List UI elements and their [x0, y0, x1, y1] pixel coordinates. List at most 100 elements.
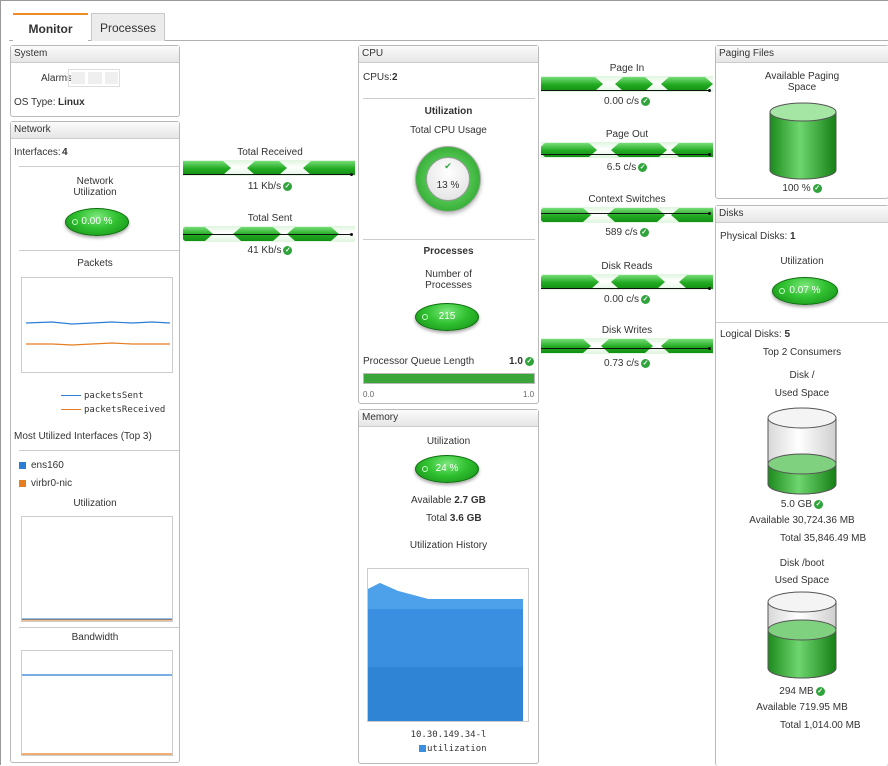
disk-boot-cylinder[interactable]: [766, 590, 838, 680]
utilization-history-chart: [367, 568, 529, 722]
queue-max: 1.0: [523, 390, 535, 399]
interfaces-label: Interfaces:: [14, 147, 61, 158]
memory-total: Total 3.6 GB: [426, 513, 482, 524]
cpu-util-heading: Utilization: [424, 106, 473, 117]
system-panel: System Alarms OS Type: Linux: [10, 45, 180, 117]
ok-icon: ✓: [283, 245, 293, 255]
rate-flow: [541, 338, 713, 354]
top-consumers-label: Top 2 Consumers: [762, 347, 842, 358]
top-interfaces-label: Most Utilized Interfaces (Top 3): [14, 431, 152, 442]
os-type-label: OS Type:: [14, 97, 56, 108]
tab-bar: Monitor Processes: [9, 13, 888, 41]
ok-icon: ✓: [283, 181, 293, 191]
disks-title: Disks: [716, 206, 888, 223]
cpus-value: 2: [392, 72, 398, 83]
disks-panel: Disks Physical Disks: 1 Utilization 0.07…: [715, 205, 888, 766]
queue-length-value: 1.0 ✓: [509, 356, 534, 367]
history-host: 10.30.149.34-l: [410, 730, 487, 740]
paging-space-label: Available Paging Space: [764, 71, 840, 93]
interfaces-value: 4: [62, 147, 68, 158]
memory-panel: Memory Utilization 24 % Available 2.7 GB…: [358, 409, 539, 764]
memory-util-heading: Utilization: [426, 436, 471, 447]
bandwidth-label: Bandwidth: [71, 632, 119, 643]
paging-files-panel: Paging Files Available Paging Space 100 …: [715, 45, 888, 199]
alarm-box[interactable]: [88, 72, 102, 84]
tab-monitor[interactable]: Monitor: [13, 13, 88, 41]
tab-processes[interactable]: Processes: [91, 13, 165, 41]
network-panel-title: Network: [11, 122, 179, 139]
ok-icon: ✓: [814, 499, 824, 509]
disk-util-gauge[interactable]: 0.07 %: [772, 277, 838, 305]
ok-icon: ✓: [641, 294, 651, 304]
packets-label: Packets: [77, 258, 113, 269]
cpus-label: CPUs:: [363, 72, 392, 83]
rate-flow: [541, 142, 713, 158]
processes-heading: Processes: [423, 246, 474, 257]
rate-flow: [541, 207, 713, 223]
rate-label: Disk Reads: [601, 261, 653, 272]
packets-legend-sent: packetsSent: [61, 391, 144, 401]
total-sent-value: 41 Kb/s ✓: [247, 245, 293, 256]
monitor-window: Monitor Processes System Alarms OS Type:…: [0, 0, 888, 766]
disk-root-sub: Used Space: [774, 388, 830, 399]
ok-icon: ✓: [641, 96, 651, 106]
network-util-gauge[interactable]: 0.00 %: [65, 208, 129, 236]
ok-icon: ✓: [812, 183, 822, 193]
network-util-value: 0.00 %: [81, 216, 113, 227]
num-processes-gauge[interactable]: 215: [415, 303, 479, 331]
total-received-flow: [183, 160, 355, 176]
cpu-usage-gauge[interactable]: ✔ 13 %: [415, 146, 481, 212]
total-sent-flow: [183, 226, 355, 242]
packets-legend-received: packetsReceived: [61, 405, 165, 415]
disk-boot-sub: Used Space: [774, 575, 830, 586]
ok-icon: ✓: [641, 358, 651, 368]
queue-length-fill: [364, 374, 534, 383]
interface-item[interactable]: virbr0-nic: [19, 478, 72, 489]
rate-value: 0.00 c/s ✓: [603, 96, 651, 107]
ok-icon: ✓: [639, 227, 649, 237]
disk-util-value: 0.07 %: [789, 285, 821, 296]
rate-label: Context Switches: [588, 194, 666, 205]
utilization-history-label: Utilization History: [409, 540, 488, 551]
num-processes-label: Number of Processes: [425, 269, 472, 291]
total-received-label: Total Received: [237, 147, 303, 158]
memory-util-value: 24 %: [435, 463, 459, 474]
queue-length-bar: [363, 373, 535, 384]
cpu-panel-title: CPU: [359, 46, 538, 63]
disk-root-cylinder[interactable]: [766, 406, 838, 496]
disk-root-value: 5.0 GB ✓: [780, 499, 824, 510]
num-processes-value: 215: [438, 311, 456, 322]
disk-boot-available: Available 719.95 MB: [756, 702, 848, 713]
interface-item[interactable]: ens160: [19, 460, 64, 471]
rate-label: Page In: [609, 63, 645, 74]
rate-flow: [541, 274, 713, 290]
disk-util-label: Utilization: [780, 256, 824, 267]
rate-value: 0.00 c/s ✓: [603, 294, 651, 305]
network-util-label: Network Utilization: [73, 176, 117, 198]
disk-boot-name: Disk /boot: [779, 558, 825, 569]
rate-label: Disk Writes: [601, 325, 653, 336]
total-sent-label: Total Sent: [247, 213, 293, 224]
queue-min: 0.0: [363, 390, 375, 399]
rate-value: 0.73 c/s ✓: [603, 358, 651, 369]
memory-panel-title: Memory: [359, 410, 538, 427]
paging-space-cylinder[interactable]: [768, 102, 838, 180]
iface-utilization-label: Utilization: [73, 498, 117, 509]
disk-root-total: Total 35,846.49 MB: [780, 533, 867, 544]
rate-flow: [541, 76, 713, 92]
queue-length-label: Processor Queue Length: [363, 356, 475, 367]
alarm-indicators: [68, 69, 120, 87]
memory-util-gauge[interactable]: 24 %: [415, 455, 479, 483]
disk-root-available: Available 30,724.36 MB: [749, 515, 855, 526]
cpu-panel: CPU CPUs: 2 Utilization Total CPU Usage …: [358, 45, 539, 404]
disk-boot-total: Total 1,014.00 MB: [780, 720, 861, 731]
network-panel: Network Interfaces: 4 Network Utilizatio…: [10, 121, 180, 763]
logical-disks: Logical Disks: 5: [720, 329, 791, 340]
alarm-box[interactable]: [71, 72, 85, 84]
packets-chart: [21, 277, 173, 373]
system-panel-title: System: [11, 46, 179, 63]
alarm-box[interactable]: [105, 72, 118, 84]
memory-available: Available 2.7 GB: [411, 495, 486, 506]
bandwidth-chart: [21, 650, 173, 756]
rate-label: Page Out: [605, 129, 649, 140]
